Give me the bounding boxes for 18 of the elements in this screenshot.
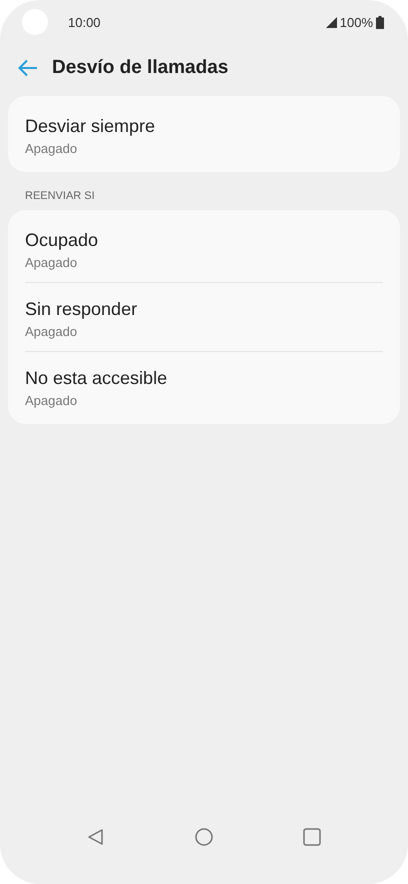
- setting-summary: Apagado: [25, 141, 78, 156]
- status-time: 10:00: [68, 14, 102, 30]
- setting-title[interactable]: Sin responder: [25, 299, 383, 320]
- battery-icon: [376, 16, 384, 28]
- setting-summary: Apagado: [25, 255, 78, 270]
- back-arrow-icon[interactable]: [18, 59, 38, 77]
- setting-title[interactable]: No esta accesible: [25, 368, 383, 389]
- battery-percent: 100%: [340, 14, 373, 30]
- signal-icon: [326, 16, 337, 28]
- screen-title: Desvío de llamadas: [52, 57, 228, 79]
- recents-icon[interactable]: [303, 828, 321, 846]
- home-icon[interactable]: [195, 828, 213, 846]
- setting-summary: Apagado: [25, 324, 78, 339]
- setting-summary: Apagado: [25, 393, 78, 408]
- section-heading: REENVIAR SI: [24, 189, 96, 204]
- setting-title[interactable]: Ocupado: [25, 230, 383, 251]
- setting-title[interactable]: Desviar siempre: [25, 116, 383, 137]
- back-icon[interactable]: [87, 828, 105, 846]
